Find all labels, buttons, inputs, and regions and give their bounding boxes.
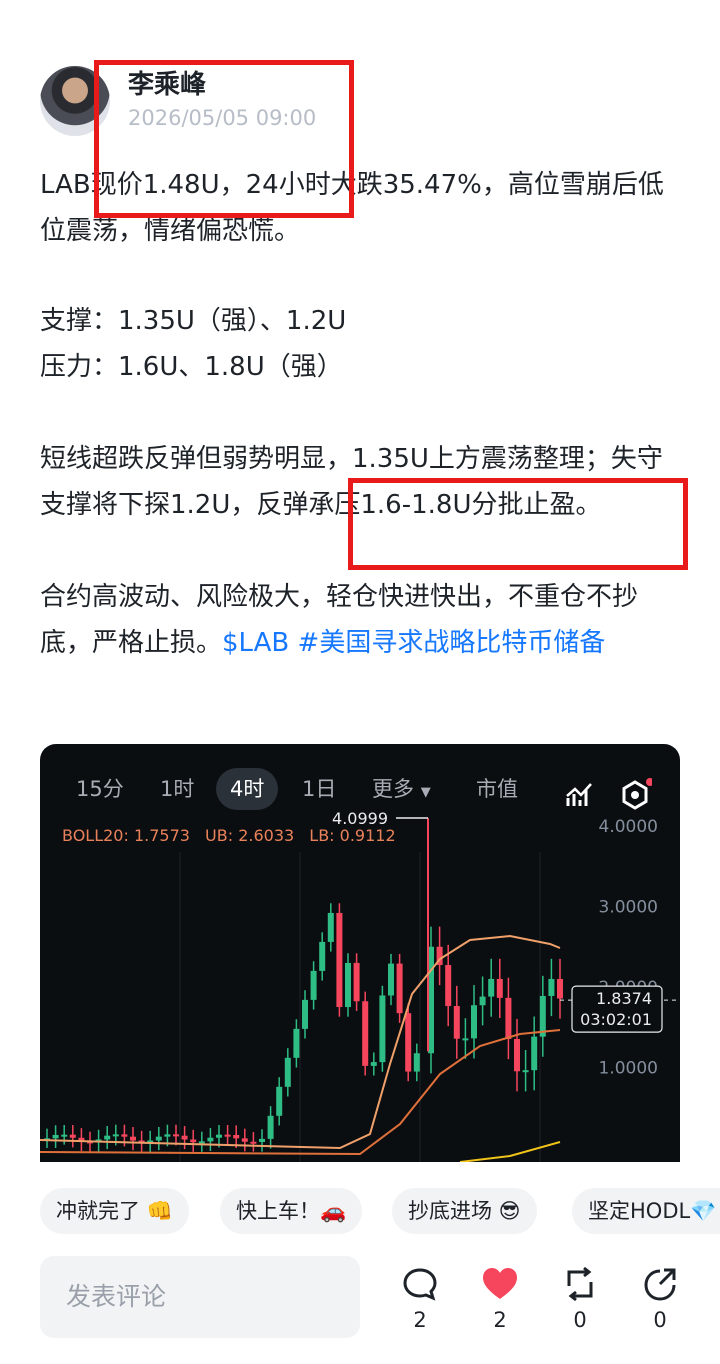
- candle-body: [462, 1038, 469, 1041]
- candle-body: [181, 1135, 188, 1140]
- candle-body: [345, 962, 351, 1008]
- share-button[interactable]: 0: [630, 1266, 690, 1332]
- like-count: 2: [493, 1308, 507, 1332]
- post-paragraph-5: 合约高波动、风险极大，轻仓快进快出，不重仓不抄底，严格止损。$LAB #美国寻求…: [40, 574, 680, 666]
- boll-lower-band: [459, 1141, 561, 1162]
- repost-count: 0: [573, 1308, 587, 1332]
- candle-body: [130, 1136, 136, 1141]
- candle-body: [548, 978, 555, 996]
- comment-icon: [403, 1268, 437, 1301]
- candle-body: [496, 978, 503, 998]
- candle-body: [259, 1138, 265, 1142]
- candlestick-plot: 4.00003.00002.00001.00004.09991.837403:0…: [40, 809, 680, 1162]
- post-paragraph-2: 支撑：1.35U（强）、1.2U: [40, 306, 347, 336]
- candle-body: [250, 1141, 257, 1144]
- candle-body: [52, 1134, 59, 1139]
- countdown-label: 03:02:01: [580, 1010, 652, 1029]
- repost-icon: [567, 1266, 593, 1302]
- candle-body: [445, 965, 452, 1007]
- candle-body: [69, 1134, 76, 1138]
- y-tick-label: 1.0000: [599, 1059, 658, 1079]
- candle-body: [216, 1134, 222, 1138]
- candle-body: [514, 1039, 520, 1072]
- candle-body: [336, 912, 343, 1008]
- y-tick-label: 4.0000: [599, 817, 658, 837]
- reaction-bar: 冲就完了 👊 快上车！🚗 抄底进场 😎 坚定HODL💎 发表评论 2 2 0 0: [0, 1162, 720, 1364]
- candle-body: [302, 999, 308, 1029]
- candle-body: [370, 1062, 377, 1066]
- candle-body: [327, 912, 334, 942]
- reaction-chip-2[interactable]: 快上车！🚗: [220, 1188, 363, 1234]
- y-tick-label: 3.0000: [599, 898, 658, 918]
- candle-body: [479, 996, 486, 1006]
- candle-body: [173, 1134, 179, 1137]
- candle-body: [112, 1134, 119, 1137]
- reaction-chip-3[interactable]: 抄底进场 😎: [392, 1188, 537, 1234]
- comment-button[interactable]: 2: [390, 1266, 450, 1332]
- candle-body: [353, 962, 360, 1002]
- candle-body: [276, 1086, 283, 1116]
- share-icon: [644, 1268, 676, 1301]
- cashtag-link[interactable]: $LAB: [222, 628, 289, 658]
- candle-body: [379, 995, 386, 1063]
- reaction-chip-1[interactable]: 冲就完了 👊: [40, 1188, 189, 1234]
- heart-icon: [483, 1268, 517, 1299]
- like-button[interactable]: 2: [470, 1266, 530, 1332]
- candle-body: [405, 1013, 412, 1072]
- candle-body: [267, 1115, 274, 1139]
- candle-body: [233, 1134, 240, 1139]
- highlight-box-author: [94, 60, 354, 218]
- candle-body: [293, 1028, 300, 1058]
- candle-body: [362, 1001, 369, 1066]
- candle-body: [224, 1134, 231, 1137]
- candle-body: [198, 1141, 205, 1144]
- candle-body: [388, 963, 394, 996]
- candle-body: [61, 1134, 68, 1137]
- comment-input[interactable]: 发表评论: [40, 1256, 360, 1338]
- candle-body: [557, 978, 563, 999]
- candle-body: [505, 997, 512, 1040]
- current-price-label: 1.8374: [596, 989, 652, 1008]
- candle-body: [531, 1036, 538, 1071]
- highlight-box-resistance: [348, 478, 688, 570]
- candle-body: [121, 1134, 128, 1137]
- candle-body: [104, 1135, 111, 1140]
- candle-body: [488, 978, 495, 997]
- hashtag-link[interactable]: #美国寻求战略比特币储备: [298, 628, 606, 658]
- candle-body: [241, 1138, 248, 1142]
- post-paragraph-3: 压力：1.6U、1.8U（强）: [40, 352, 343, 382]
- share-count: 0: [653, 1308, 667, 1332]
- candle-body: [284, 1057, 291, 1087]
- reaction-chip-4[interactable]: 坚定HODL💎: [572, 1188, 720, 1234]
- candle-body: [453, 1006, 460, 1039]
- candle-body: [207, 1137, 214, 1142]
- high-price-label: 4.0999: [332, 809, 388, 828]
- candle-body: [522, 1070, 529, 1073]
- comment-count: 2: [413, 1308, 427, 1332]
- candle-body: [310, 970, 317, 1000]
- candle-body: [164, 1134, 171, 1137]
- candle-body: [155, 1136, 162, 1141]
- candle-body: [319, 941, 326, 971]
- candle-body: [396, 963, 403, 1014]
- candle-body: [471, 1005, 477, 1039]
- price-chart[interactable]: 15分 1时 4时 1日 更多 ▼ 市值 BOLL20: 1.7573 UB: …: [40, 744, 680, 1162]
- candle-body: [413, 1053, 420, 1072]
- candle-body: [190, 1139, 197, 1143]
- repost-button[interactable]: 0: [550, 1266, 610, 1332]
